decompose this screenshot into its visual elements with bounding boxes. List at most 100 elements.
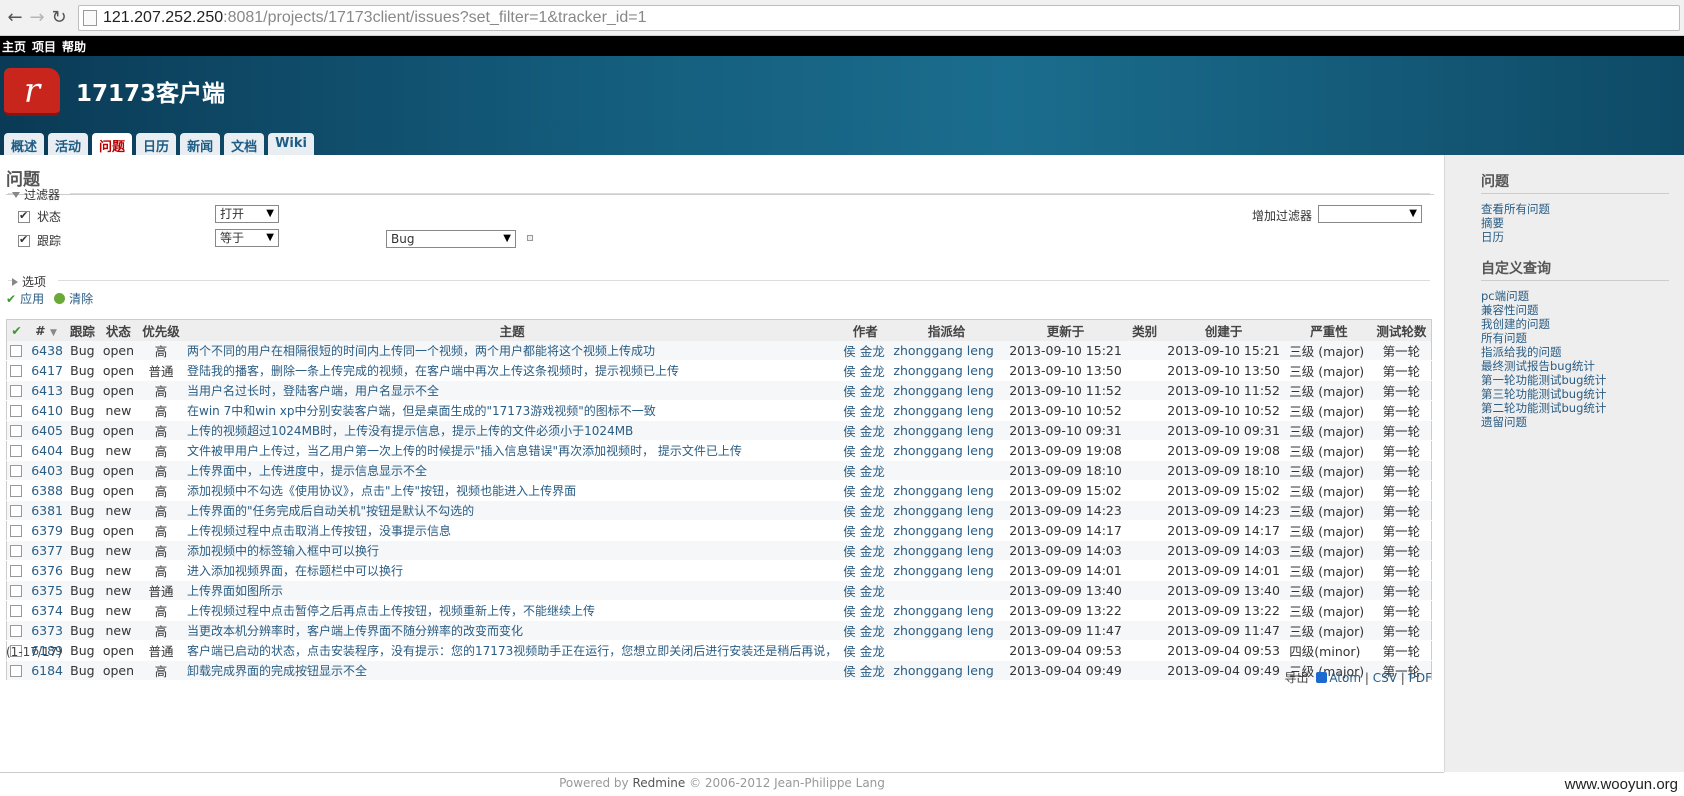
table-row[interactable]: 6377 Bug new 高添加视频中的标签输入框中可以换行侯 金龙 zhonggang… bbox=[6, 540, 1432, 561]
toggle-all-checkbox[interactable]: ✔ bbox=[6, 319, 27, 341]
options-legend[interactable]: 选项 bbox=[12, 273, 46, 290]
cell-author[interactable]: 侯 金龙 bbox=[840, 520, 891, 541]
row-checkbox[interactable] bbox=[10, 465, 22, 477]
cell-author[interactable]: 侯 金龙 bbox=[840, 480, 891, 501]
cell-author[interactable]: 侯 金龙 bbox=[840, 460, 891, 481]
row-checkbox[interactable] bbox=[10, 525, 22, 537]
tab-0[interactable]: 概述 bbox=[4, 133, 45, 155]
cell-subject[interactable]: 当用户名过长时，登陆客户端，用户名显示不全 bbox=[184, 380, 841, 401]
forward-arrow-icon[interactable]: → bbox=[26, 6, 48, 30]
sidebar-query-link-8[interactable]: 第二轮功能测试bug统计 bbox=[1481, 401, 1684, 415]
sidebar-issues-link-2[interactable]: 日历 bbox=[1481, 230, 1684, 244]
cell-author[interactable]: 侯 金龙 bbox=[840, 360, 891, 381]
cell-assigned[interactable]: zhonggang leng bbox=[890, 560, 1003, 581]
footer-redmine-link[interactable]: Redmine bbox=[632, 776, 685, 790]
table-row[interactable]: 6403 Bug open 高上传界面中，上传进度中，提示信息显示不全侯 金龙 2013… bbox=[6, 460, 1432, 481]
filters-legend[interactable]: 过滤器 bbox=[12, 186, 60, 203]
cell-id[interactable]: 6184 bbox=[26, 660, 66, 681]
filter-status-operator-select[interactable]: 打开 ▼ bbox=[215, 205, 279, 223]
cell-subject[interactable]: 进入添加视频界面，在标题栏中可以换行 bbox=[184, 560, 841, 581]
cell-author[interactable]: 侯 金龙 bbox=[840, 620, 891, 641]
sidebar-query-link-0[interactable]: pc端问题 bbox=[1481, 289, 1684, 303]
filter-status-checkbox[interactable] bbox=[18, 209, 30, 223]
export-csv-link[interactable]: CSV bbox=[1373, 671, 1397, 685]
tab-5[interactable]: 文档 bbox=[224, 133, 265, 155]
tab-4[interactable]: 新闻 bbox=[180, 133, 221, 155]
export-atom-link[interactable]: Atom bbox=[1329, 671, 1361, 685]
cell-assigned[interactable]: zhonggang leng bbox=[890, 600, 1003, 621]
column-header-id[interactable]: # ▼ bbox=[26, 319, 66, 341]
row-checkbox[interactable] bbox=[10, 665, 22, 677]
cell-subject[interactable]: 两个不同的用户在相隔很短的时间内上传同一个视频，两个用户都能将这个视频上传成功 bbox=[184, 340, 841, 361]
reload-icon[interactable]: ↻ bbox=[48, 6, 70, 30]
row-checkbox[interactable] bbox=[10, 385, 22, 397]
row-checkbox[interactable] bbox=[10, 345, 22, 357]
cell-id[interactable]: 6410 bbox=[26, 400, 66, 421]
cell-assigned[interactable]: zhonggang leng bbox=[890, 380, 1003, 401]
cell-assigned[interactable]: zhonggang leng bbox=[890, 440, 1003, 461]
back-arrow-icon[interactable]: ← bbox=[4, 6, 26, 30]
cell-id[interactable]: 6403 bbox=[26, 460, 66, 481]
cell-subject[interactable]: 添加视频中的标签输入框中可以换行 bbox=[184, 540, 841, 561]
column-header-tracker[interactable]: 跟踪 bbox=[66, 319, 99, 341]
sidebar-query-link-7[interactable]: 第三轮功能测试bug统计 bbox=[1481, 387, 1684, 401]
cell-author[interactable]: 侯 金龙 bbox=[840, 640, 891, 661]
column-header-updated[interactable]: 更新于 bbox=[1002, 319, 1129, 341]
cell-id[interactable]: 6375 bbox=[26, 580, 66, 601]
row-checkbox[interactable] bbox=[10, 405, 22, 417]
table-row[interactable]: 6373 Bug new 高当更改本机分辨率时，客户端上传界面不随分辨率的改变而变化侯… bbox=[6, 620, 1432, 641]
column-header-priority[interactable]: 优先级 bbox=[138, 319, 185, 341]
cell-id[interactable]: 6381 bbox=[26, 500, 66, 521]
table-row[interactable]: 6410 Bug new 高在win 7中和win xp中分别安装客户端，但是桌面生成… bbox=[6, 400, 1432, 421]
address-bar[interactable]: 121.207.252.250 :8081/projects/17173clie… bbox=[78, 4, 1680, 31]
export-pdf-link[interactable]: PDF bbox=[1409, 671, 1432, 685]
cell-assigned[interactable]: zhonggang leng bbox=[890, 480, 1003, 501]
cell-id[interactable]: 6404 bbox=[26, 440, 66, 461]
cell-subject[interactable]: 登陆我的播客，删除一条上传完成的视频，在客户端中再次上传这条视频时，提示视频已上… bbox=[184, 360, 841, 381]
cell-assigned[interactable]: zhonggang leng bbox=[890, 620, 1003, 641]
row-checkbox[interactable] bbox=[10, 625, 22, 637]
cell-author[interactable]: 侯 金龙 bbox=[840, 440, 891, 461]
cell-author[interactable]: 侯 金龙 bbox=[840, 420, 891, 441]
apply-link[interactable]: 应用 bbox=[20, 290, 44, 307]
filter-tracker-value-select[interactable]: Bug ▼ bbox=[386, 230, 516, 248]
cell-assigned[interactable]: zhonggang leng bbox=[890, 340, 1003, 361]
cell-subject[interactable]: 客户端已启动的状态，点击安装程序，没有提示：您的17173视频助手正在运行，您想… bbox=[184, 640, 841, 661]
cell-id[interactable]: 6374 bbox=[26, 600, 66, 621]
table-row[interactable]: 6375 Bug new 普通 上传界面如图所示侯 金龙 2013-09-09 13:40… bbox=[6, 580, 1432, 601]
sidebar-query-link-2[interactable]: 我创建的问题 bbox=[1481, 317, 1684, 331]
cell-assigned[interactable]: zhonggang leng bbox=[890, 540, 1003, 561]
table-row[interactable]: 6379 Bug open 高上传视频过程中点击取消上传按钮，没事提示信息侯 金龙 zh… bbox=[6, 520, 1432, 541]
sidebar-query-link-4[interactable]: 指派给我的问题 bbox=[1481, 345, 1684, 359]
cell-author[interactable]: 侯 金龙 bbox=[840, 580, 891, 601]
sidebar-query-link-5[interactable]: 最终测试报告bug统计 bbox=[1481, 359, 1684, 373]
cell-assigned[interactable] bbox=[890, 460, 1003, 481]
row-checkbox[interactable] bbox=[10, 365, 22, 377]
table-row[interactable]: 6388 Bug open 高添加视频中不勾选《使用协议》，点击"上传"按钮，视频也能… bbox=[6, 480, 1432, 501]
cell-id[interactable]: 6417 bbox=[26, 360, 66, 381]
table-row[interactable]: 6405 Bug open 高上传的视频超过1024MB时，上传没有提示信息，提示上传… bbox=[6, 420, 1432, 441]
cell-assigned[interactable]: zhonggang leng bbox=[890, 660, 1003, 681]
clear-link[interactable]: 清除 bbox=[69, 290, 93, 307]
add-filter-select[interactable]: ▼ bbox=[1318, 205, 1422, 223]
table-row[interactable]: 6417 Bug open 普通 登陆我的播客，删除一条上传完成的视频，在客户端中再次上… bbox=[6, 360, 1432, 381]
cell-subject[interactable]: 卸载完成界面的完成按钮显示不全 bbox=[184, 660, 841, 681]
cell-author[interactable]: 侯 金龙 bbox=[840, 660, 891, 681]
cell-id[interactable]: 6405 bbox=[26, 420, 66, 441]
cell-author[interactable]: 侯 金龙 bbox=[840, 340, 891, 361]
cell-id[interactable]: 6438 bbox=[26, 340, 66, 361]
column-header-created[interactable]: 创建于 bbox=[1160, 319, 1287, 341]
top-menu-help[interactable]: 帮助 bbox=[62, 38, 86, 55]
cell-assigned[interactable]: zhonggang leng bbox=[890, 400, 1003, 421]
row-checkbox[interactable] bbox=[10, 565, 22, 577]
top-menu-projects[interactable]: 项目 bbox=[32, 38, 56, 55]
cell-id[interactable]: 6413 bbox=[26, 380, 66, 401]
row-checkbox[interactable] bbox=[10, 585, 22, 597]
row-checkbox[interactable] bbox=[10, 485, 22, 497]
cell-author[interactable]: 侯 金龙 bbox=[840, 600, 891, 621]
cell-subject[interactable]: 在win 7中和win xp中分别安装客户端，但是桌面生成的"17173游戏视频… bbox=[184, 400, 841, 421]
row-checkbox[interactable] bbox=[10, 545, 22, 557]
tab-3[interactable]: 日历 bbox=[136, 133, 177, 155]
row-checkbox[interactable] bbox=[10, 605, 22, 617]
row-checkbox[interactable] bbox=[10, 445, 22, 457]
